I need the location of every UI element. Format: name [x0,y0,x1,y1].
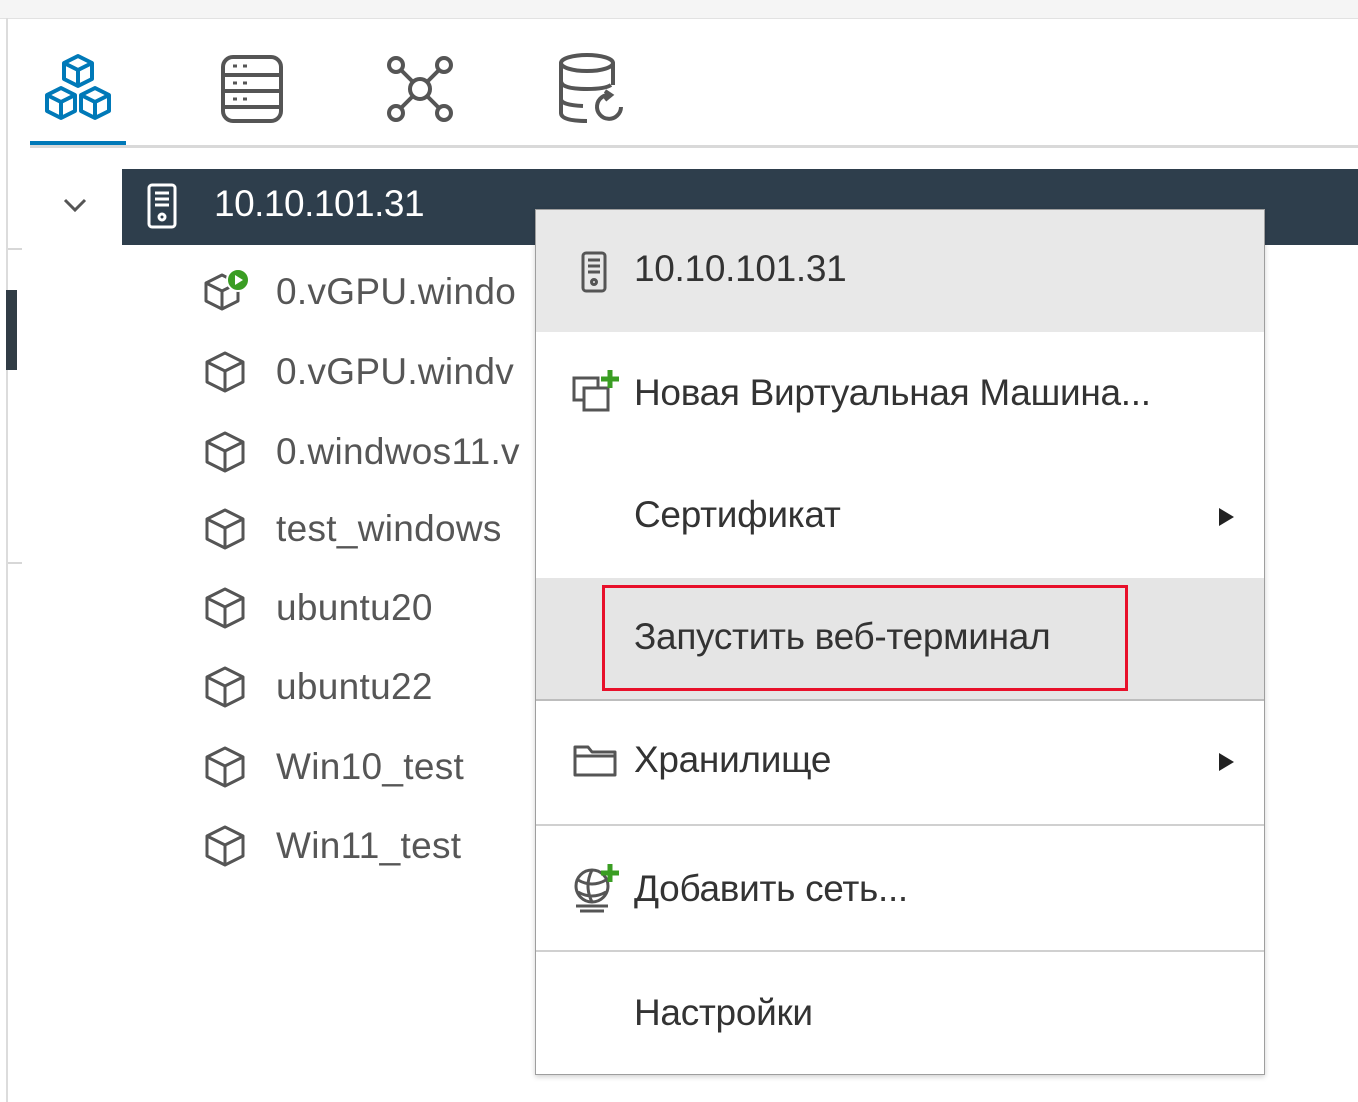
networking-icon [387,56,453,122]
menu-header: 10.10.101.31 [536,210,1264,332]
vm-name: Win11_test [276,825,462,866]
menu-item-label: Добавить сеть... [634,868,908,909]
vm-icon [200,347,250,397]
tree-vm-item[interactable]: ubuntu20 [200,576,433,640]
left-panel-border [6,18,8,1102]
vm-icon [200,742,250,792]
tab-networking[interactable] [372,30,468,148]
add-network-icon [574,864,619,913]
left-panel-splitter[interactable] [6,290,17,370]
vm-name: 0.vGPU.windo [276,271,517,312]
submenu-arrow-icon [1219,753,1234,771]
tabs-divider [30,145,1358,148]
hosts-clusters-icon [45,54,111,120]
host-label: 10.10.101.31 [214,183,425,224]
left-divider [8,562,22,564]
menu-item-storage[interactable]: Хранилище [536,701,1264,824]
vm-name: Win10_test [276,746,465,787]
tree-vm-item[interactable]: 0.vGPU.windo [200,260,516,324]
menu-item-add-network[interactable]: Добавить сеть... [536,826,1264,950]
vm-icon [200,504,250,554]
left-divider [8,248,22,250]
tab-storage-backup[interactable] [544,30,640,148]
menu-item-new-vm[interactable]: Новая Виртуальная Машина... [536,332,1264,456]
menu-item-web-terminal[interactable]: Запустить веб-терминал [536,578,1264,699]
vm-icon [200,583,250,633]
vm-name: 0.windwos11.v [276,431,520,472]
vm-icon [200,821,250,871]
tree-vm-item[interactable]: 0.vGPU.windv [200,340,514,404]
menu-item-label: Новая Виртуальная Машина... [634,372,1151,413]
submenu-arrow-icon [1219,508,1234,526]
server-icon [581,251,607,293]
menu-item-label: Сертификат [634,494,841,535]
tree-vm-item[interactable]: 0.windwos11.v [200,420,520,484]
vm-name: test_windows [276,508,502,549]
server-icon [147,183,177,229]
storage-icon [221,55,283,123]
menu-item-certificate[interactable]: Сертификат [536,456,1264,578]
vm-powered-on-icon [200,267,250,317]
new-vm-icon [572,370,619,412]
folder-icon [573,745,617,777]
tree-vm-item[interactable]: Win10_test [200,735,464,799]
menu-item-label: Хранилище [634,739,832,780]
vm-name: ubuntu20 [276,587,433,628]
tree-vm-item[interactable]: ubuntu22 [200,655,433,719]
tab-hosts-clusters[interactable] [30,30,126,148]
menu-item-settings[interactable]: Настройки [536,952,1264,1072]
context-menu: 10.10.101.31 Новая Виртуальная Машина...… [535,209,1265,1075]
tab-storage[interactable] [204,30,300,148]
menu-header-label: 10.10.101.31 [634,248,847,289]
tree-vm-item[interactable]: test_windows [200,497,502,561]
vm-name: ubuntu22 [276,666,433,707]
vm-icon [200,427,250,477]
tree-vm-item[interactable]: Win11_test [200,814,461,878]
vm-icon [200,662,250,712]
top-band [0,0,1358,19]
menu-item-label: Настройки [634,992,813,1033]
menu-item-label: Запустить веб-терминал [634,616,1051,657]
chevron-down-icon[interactable] [60,190,90,220]
storage-backup-icon [559,53,623,123]
vm-name: 0.vGPU.windv [276,351,515,392]
